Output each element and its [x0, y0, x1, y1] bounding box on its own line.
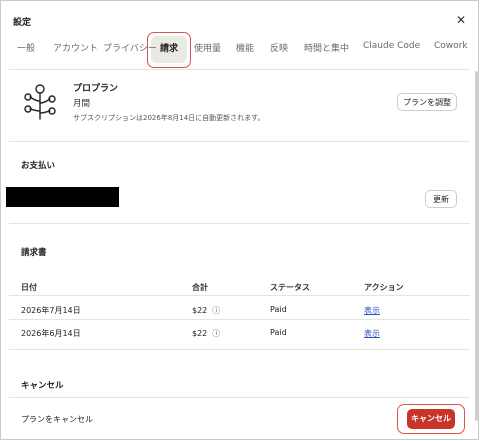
- section-divider: [9, 397, 470, 398]
- settings-tabs: 一般 アカウント プライバシー 請求 使用量 機能 反映 時間と集中 Claud…: [7, 37, 478, 63]
- tab-time-focus[interactable]: 時間と集中: [304, 41, 349, 54]
- section-divider: [9, 141, 470, 142]
- tab-claude-code[interactable]: Claude Code: [363, 41, 420, 51]
- tab-billing[interactable]: 請求: [160, 41, 178, 54]
- settings-window: 設定 ✕ 一般 アカウント プライバシー 請求 使用量 機能 反映 時間と集中 …: [0, 0, 479, 440]
- column-header-total: 合計: [192, 283, 208, 292]
- invoices-heading: 請求書: [21, 248, 47, 258]
- column-header-action: アクション: [364, 283, 404, 292]
- column-header-date: 日付: [21, 283, 37, 292]
- invoice-date: 2026年6月14日: [21, 329, 81, 338]
- tab-account[interactable]: アカウント: [53, 41, 98, 54]
- tab-features[interactable]: 機能: [236, 41, 254, 54]
- table-row-divider: [9, 319, 470, 320]
- table-divider: [9, 295, 470, 296]
- invoice-total-value: $22: [192, 306, 208, 315]
- window-title: 設定: [13, 18, 32, 28]
- plan-period: 月間: [73, 99, 91, 109]
- cancel-heading: キャンセル: [21, 381, 64, 391]
- plan-tree-icon: [24, 84, 56, 120]
- invoice-total: $22 ⓘ: [192, 305, 220, 316]
- cancel-plan-button[interactable]: キャンセル: [407, 409, 455, 429]
- scrollbar[interactable]: [475, 71, 478, 421]
- tab-general[interactable]: 一般: [17, 41, 35, 54]
- tab-privacy[interactable]: プライバシー: [103, 41, 157, 54]
- view-invoice-link[interactable]: 表示: [364, 328, 380, 339]
- invoice-status: Paid: [270, 328, 287, 337]
- column-header-status: ステータス: [270, 283, 310, 292]
- tabs-divider: [9, 69, 470, 70]
- cancel-plan-label: プランをキャンセル: [21, 415, 93, 424]
- invoice-total-value: $22: [192, 329, 208, 338]
- info-icon[interactable]: ⓘ: [212, 305, 220, 316]
- update-payment-button[interactable]: 更新: [425, 190, 457, 208]
- tab-cowork[interactable]: Cowork: [434, 41, 468, 51]
- adjust-plan-button[interactable]: プランを調整: [397, 93, 457, 111]
- plan-renewal-text: サブスクリプションは2026年8月14日に自動更新されます。: [73, 114, 265, 122]
- section-divider: [9, 223, 470, 224]
- tab-reflection[interactable]: 反映: [270, 41, 288, 54]
- view-invoice-link[interactable]: 表示: [364, 305, 380, 316]
- info-icon[interactable]: ⓘ: [212, 328, 220, 339]
- close-icon[interactable]: ✕: [456, 14, 466, 26]
- invoice-date: 2026年7月14日: [21, 306, 81, 315]
- payment-heading: お支払い: [21, 161, 56, 171]
- plan-name: プロプラン: [73, 84, 119, 94]
- invoice-total: $22 ⓘ: [192, 328, 220, 339]
- tab-usage[interactable]: 使用量: [194, 41, 221, 54]
- section-divider: [9, 349, 470, 350]
- redacted-payment-method: [6, 187, 119, 207]
- invoice-status: Paid: [270, 305, 287, 314]
